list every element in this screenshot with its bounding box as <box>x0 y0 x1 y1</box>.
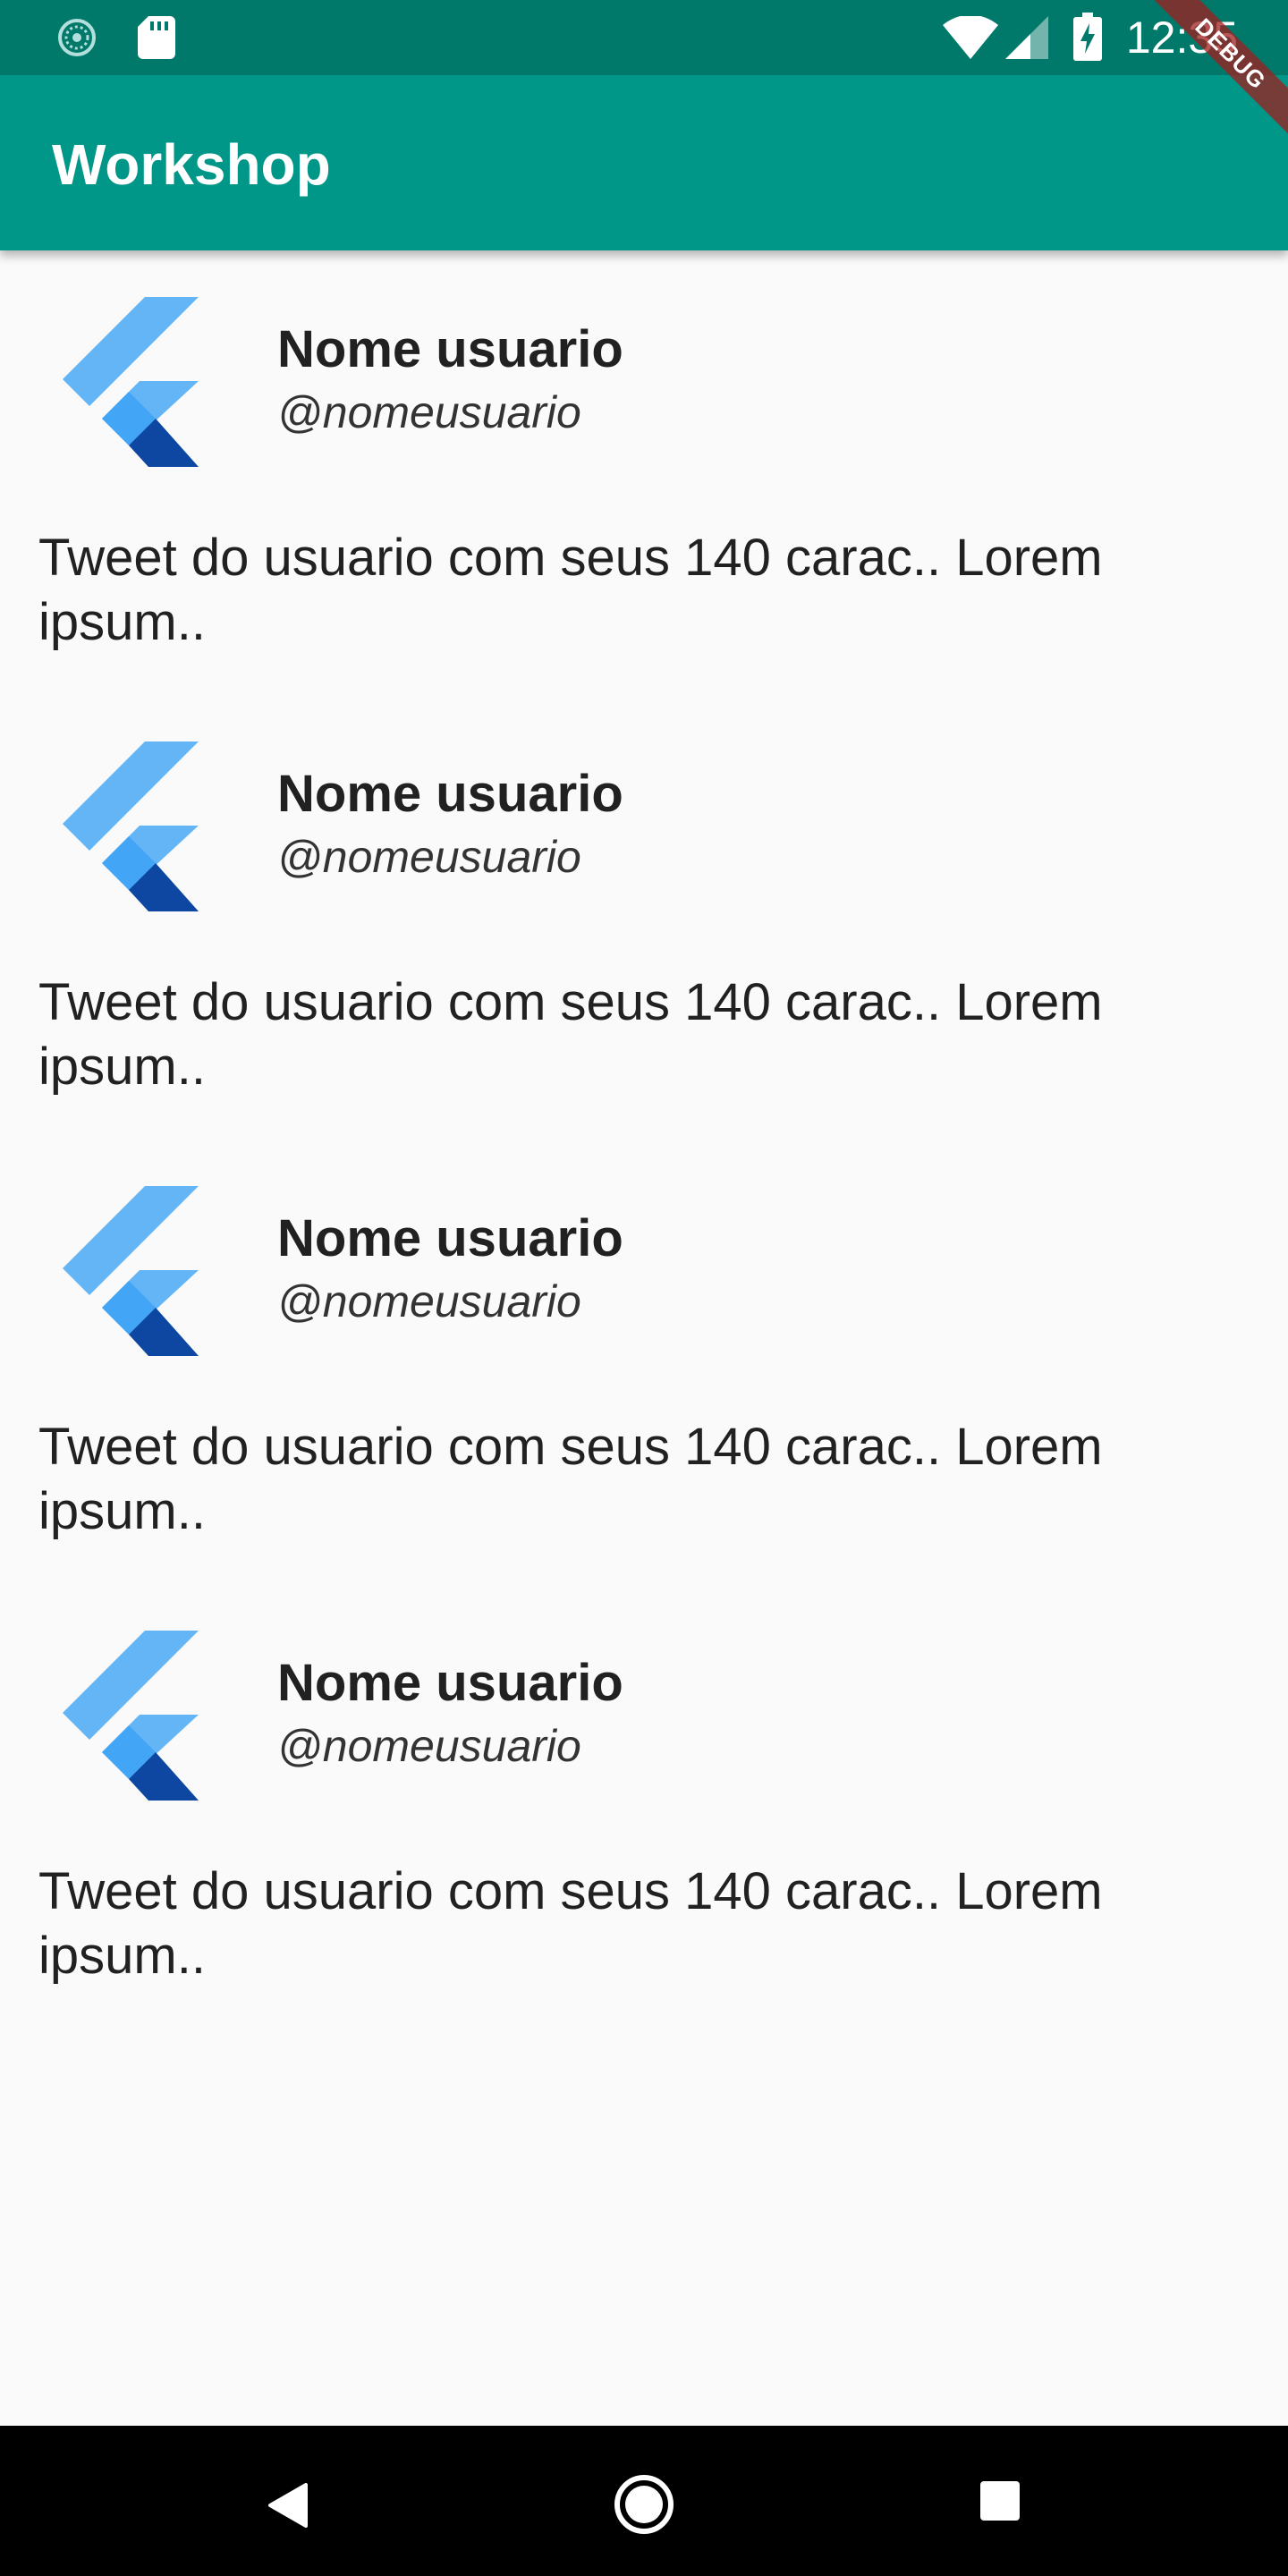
tweet-user-handle: @nomeusuario <box>277 832 581 882</box>
app-bar: Workshop <box>0 75 1288 250</box>
app-screen: 12:35 DEBUG Workshop Nome usuario @nomeu… <box>0 0 1288 2576</box>
tweet-text: Tweet do usuario com seus 140 carac.. Lo… <box>38 529 1103 651</box>
tweet-text: Tweet do usuario com seus 140 carac.. Lo… <box>38 973 1103 1096</box>
loading-icon <box>57 18 97 57</box>
status-bar: 12:35 <box>0 0 1288 75</box>
app-title: Workshop <box>52 132 331 197</box>
recents-icon[interactable] <box>977 2478 1023 2524</box>
flutter-logo-icon <box>63 297 199 467</box>
tweet-text: Tweet do usuario com seus 140 carac.. Lo… <box>38 1418 1103 1540</box>
tweet-card[interactable]: Nome usuario @nomeusuario Tweet do usuar… <box>0 1140 1288 1584</box>
tweet-user-name: Nome usuario <box>277 1209 623 1267</box>
back-icon[interactable] <box>256 2474 318 2537</box>
battery-charging-icon <box>1073 13 1102 65</box>
sd-card-icon <box>138 16 177 59</box>
tweet-user-name: Nome usuario <box>277 320 623 378</box>
tweet-user-handle: @nomeusuario <box>277 387 581 437</box>
home-icon[interactable] <box>610 2470 678 2538</box>
tweet-card[interactable]: Nome usuario @nomeusuario Tweet do usuar… <box>0 250 1288 695</box>
signal-icon <box>1005 16 1048 64</box>
tweet-text: Tweet do usuario com seus 140 carac.. Lo… <box>38 1862 1103 1985</box>
tweet-user-handle: @nomeusuario <box>277 1721 581 1771</box>
tweet-list: Nome usuario @nomeusuario Tweet do usuar… <box>0 250 1288 2029</box>
navigation-bar <box>0 2426 1288 2576</box>
tweet-card[interactable]: Nome usuario @nomeusuario Tweet do usuar… <box>0 1584 1288 2029</box>
tweet-card[interactable]: Nome usuario @nomeusuario Tweet do usuar… <box>0 695 1288 1140</box>
tweet-user-handle: @nomeusuario <box>277 1276 581 1326</box>
flutter-logo-icon <box>63 1186 199 1356</box>
flutter-logo-icon <box>63 1631 199 1801</box>
wifi-icon <box>943 14 998 64</box>
tweet-user-name: Nome usuario <box>277 765 623 823</box>
flutter-logo-icon <box>63 741 199 911</box>
tweet-user-name: Nome usuario <box>277 1654 623 1712</box>
